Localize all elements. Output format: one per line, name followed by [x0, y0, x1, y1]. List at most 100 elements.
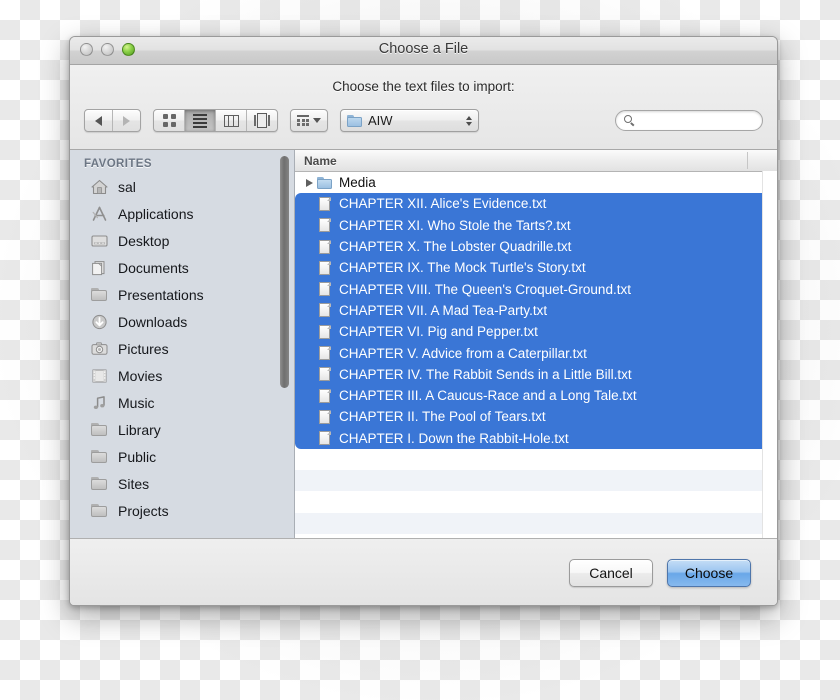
table-row[interactable]: CHAPTER VIII. The Queen's Croquet-Ground… [295, 278, 777, 300]
dialog-footer: Cancel Choose [70, 538, 777, 605]
blue-folder-icon [317, 175, 333, 191]
back-button[interactable] [85, 110, 113, 131]
sidebar-item-movies[interactable]: Movies [70, 362, 294, 389]
column-divider[interactable] [747, 152, 748, 169]
choose-a-file-dialog: Choose a File Choose the text files to i… [69, 36, 778, 606]
forward-arrow-icon [123, 115, 130, 126]
table-row[interactable]: CHAPTER II. The Pool of Tears.txt [295, 406, 777, 428]
sidebar-item-documents[interactable]: Documents [70, 254, 294, 281]
file-name: CHAPTER X. The Lobster Quadrille.txt [339, 239, 572, 255]
sidebar-item-sites[interactable]: Sites [70, 470, 294, 497]
coverflow-view-icon [254, 113, 270, 128]
arrange-grid-icon [297, 114, 309, 127]
text-file-icon [317, 302, 333, 318]
table-row[interactable]: CHAPTER XI. Who Stole the Tarts?.txt [295, 214, 777, 236]
sidebar-item-projects[interactable]: Projects [70, 497, 294, 524]
toolbar-controls-row: AIW [84, 109, 763, 132]
text-file-icon [317, 281, 333, 297]
choose-button[interactable]: Choose [667, 558, 751, 587]
search-input[interactable] [639, 112, 754, 129]
list-view-icon [193, 113, 207, 128]
search-field[interactable] [615, 110, 763, 131]
dialog-body: FAVORITES sal Applications Desktop Docum… [70, 150, 777, 538]
sidebar-scrollbar[interactable] [280, 156, 289, 532]
sidebar-item-label: Documents [118, 259, 189, 276]
sidebar-item-library[interactable]: Library [70, 416, 294, 443]
folder-icon [90, 287, 109, 303]
disclosure-triangle-icon[interactable] [301, 178, 317, 187]
list-view-button[interactable] [185, 110, 216, 131]
file-name: CHAPTER VIII. The Queen's Croquet-Ground… [339, 281, 631, 297]
folder-icon [90, 422, 109, 438]
back-arrow-icon [95, 115, 102, 126]
sidebar-item-sal[interactable]: sal [70, 173, 294, 200]
file-list-column-header: Name [295, 150, 777, 172]
column-view-icon [223, 114, 239, 127]
pictures-icon [90, 341, 109, 357]
search-icon [624, 115, 635, 126]
text-file-icon [317, 366, 333, 382]
table-row[interactable]: CHAPTER IV. The Rabbit Sends in a Little… [295, 363, 777, 385]
chevron-down-icon [313, 118, 321, 123]
file-name: CHAPTER VI. Pig and Pepper.txt [339, 324, 538, 340]
file-name: CHAPTER XII. Alice's Evidence.txt [339, 196, 547, 212]
icon-view-icon [162, 114, 176, 127]
applications-icon [90, 206, 109, 222]
forward-button[interactable] [113, 110, 140, 131]
text-file-icon [317, 324, 333, 340]
sidebar-item-public[interactable]: Public [70, 443, 294, 470]
sidebar-item-downloads[interactable]: Downloads [70, 308, 294, 335]
text-file-icon [317, 345, 333, 361]
current-folder-label: AIW [368, 113, 393, 128]
sidebar-item-label: Downloads [118, 313, 188, 330]
file-list-pane: Name Media CHAPTER XII. Alice's Evidence… [295, 150, 777, 538]
table-row[interactable]: CHAPTER V. Advice from a Caterpillar.txt [295, 342, 777, 364]
table-row[interactable]: Media [295, 172, 777, 193]
icon-view-button[interactable] [154, 110, 185, 131]
path-popup-button[interactable]: AIW [340, 109, 479, 132]
table-row[interactable]: CHAPTER VI. Pig and Pepper.txt [295, 321, 777, 343]
text-file-icon [317, 196, 333, 212]
coverflow-view-button[interactable] [247, 110, 277, 131]
sidebar-item-label: Pictures [118, 340, 169, 357]
toolbar: Choose the text files to import: AIW [70, 65, 777, 150]
column-view-button[interactable] [216, 110, 247, 131]
folder-icon [90, 503, 109, 519]
sidebar-item-desktop[interactable]: Desktop [70, 227, 294, 254]
table-row[interactable]: CHAPTER X. The Lobster Quadrille.txt [295, 235, 777, 258]
sidebar-item-music[interactable]: Music [70, 389, 294, 416]
sidebar-item-label: Public [118, 448, 157, 465]
desktop-icon [90, 233, 109, 249]
file-name: Media [339, 175, 376, 191]
title-bar: Choose a File [70, 37, 777, 65]
file-list-rows: Media CHAPTER XII. Alice's Evidence.txt … [295, 172, 777, 538]
sidebar-item-presentations[interactable]: Presentations [70, 281, 294, 308]
file-name: CHAPTER V. Advice from a Caterpillar.txt [339, 345, 587, 361]
sidebar-item-label: sal [118, 178, 136, 195]
file-list-scroll-gutter[interactable] [762, 171, 777, 538]
sidebar-section-header: FAVORITES [84, 158, 152, 170]
navigation-segmented-control [84, 109, 141, 132]
text-file-icon [317, 239, 333, 255]
updown-chevrons-icon [465, 115, 472, 126]
sidebar-scrollbar-thumb[interactable] [280, 156, 289, 388]
table-row[interactable]: CHAPTER I. Down the Rabbit-Hole.txt [295, 427, 777, 449]
table-row[interactable]: CHAPTER IX. The Mock Turtle's Story.txt [295, 257, 777, 279]
table-row[interactable]: CHAPTER VII. A Mad Tea-Party.txt [295, 299, 777, 322]
sidebar-item-label: Desktop [118, 232, 170, 249]
text-file-icon [317, 409, 333, 425]
table-row[interactable]: CHAPTER III. A Caucus-Race and a Long Ta… [295, 384, 777, 407]
file-name: CHAPTER XI. Who Stole the Tarts?.txt [339, 217, 571, 233]
cancel-button[interactable]: Cancel [569, 558, 653, 587]
text-file-icon [317, 217, 333, 233]
view-mode-segmented-control [153, 109, 278, 132]
table-row[interactable]: CHAPTER XII. Alice's Evidence.txt [295, 193, 777, 215]
arrange-by-button[interactable] [290, 109, 328, 132]
music-icon [90, 395, 109, 411]
sidebar-item-applications[interactable]: Applications [70, 200, 294, 227]
sidebar-item-label: Music [118, 394, 155, 411]
downloads-icon [90, 314, 109, 330]
column-header-name: Name [304, 153, 337, 168]
sidebar-item-label: Movies [118, 367, 163, 384]
sidebar-item-pictures[interactable]: Pictures [70, 335, 294, 362]
